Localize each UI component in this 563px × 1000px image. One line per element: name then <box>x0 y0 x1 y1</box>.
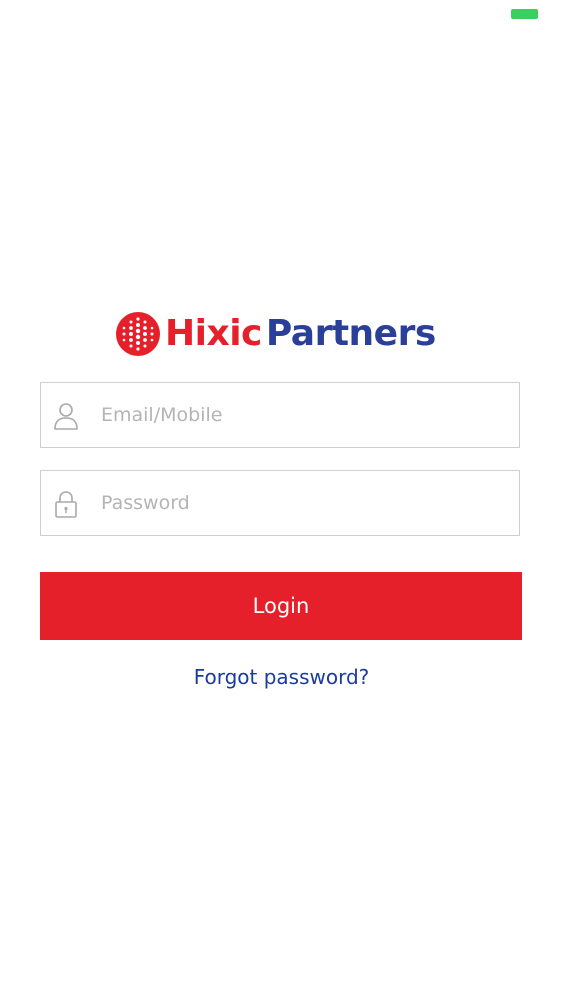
user-icon <box>54 403 78 430</box>
password-field[interactable] <box>40 470 520 536</box>
logo-mark-icon <box>116 312 160 356</box>
battery-indicator <box>511 9 538 19</box>
email-input[interactable] <box>101 383 501 447</box>
email-field[interactable] <box>40 382 520 448</box>
lock-icon <box>55 491 77 518</box>
password-input[interactable] <box>101 471 501 535</box>
login-button[interactable]: Login <box>40 572 522 640</box>
logo-word-hixic: Hixic <box>165 313 262 354</box>
logo-word-partners: Partners <box>265 313 436 354</box>
forgot-password-link[interactable]: Forgot password? <box>0 663 563 691</box>
app-logo: Hixic Partners <box>115 310 455 358</box>
